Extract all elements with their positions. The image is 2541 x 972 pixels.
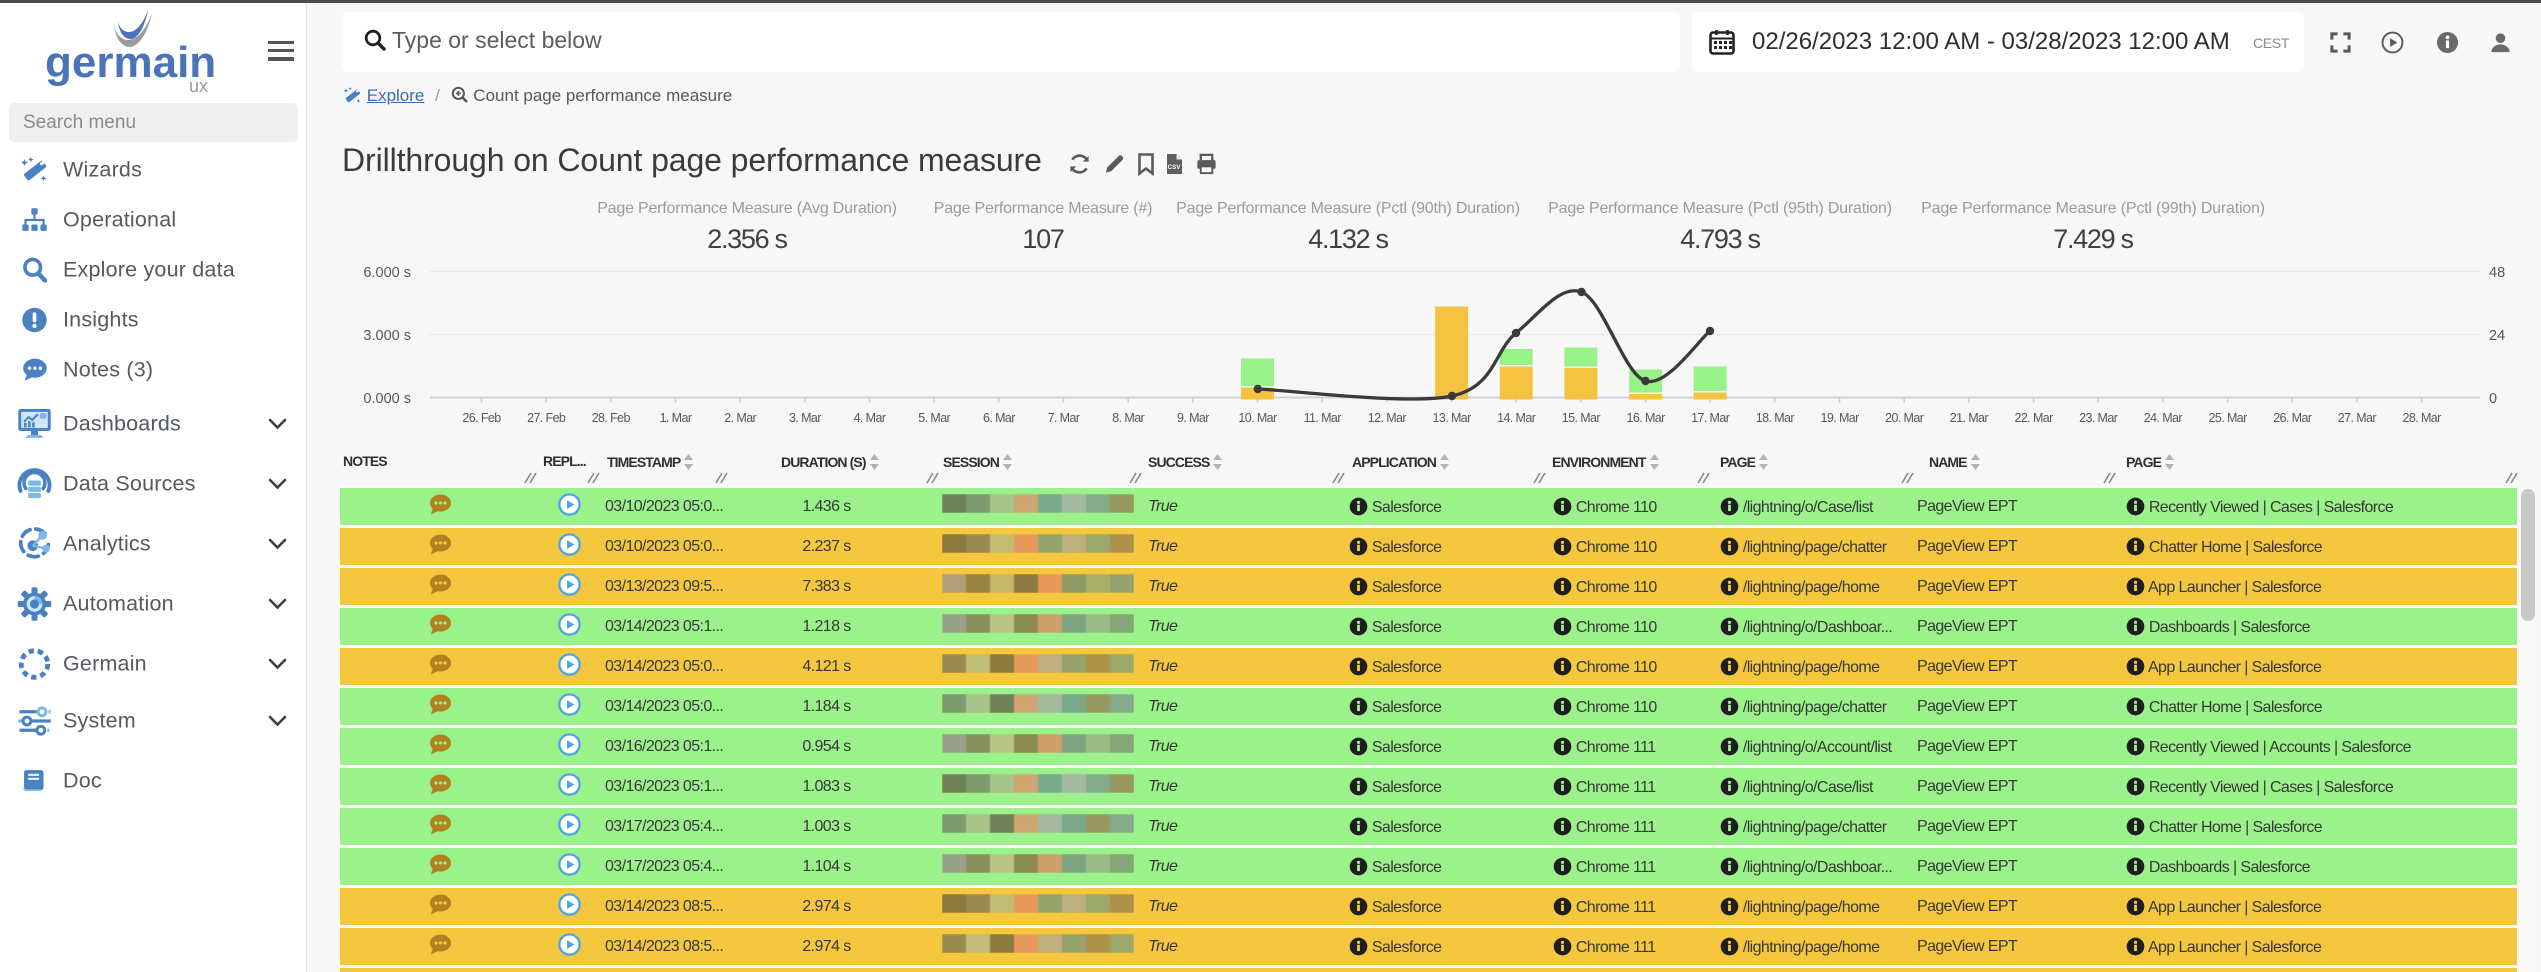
- svg-text:25. Mar: 25. Mar: [2209, 411, 2248, 425]
- svg-text:ux: ux: [189, 76, 208, 96]
- svg-text:27. Mar: 27. Mar: [2338, 411, 2377, 425]
- svg-text:48: 48: [2489, 265, 2505, 281]
- svg-text:0: 0: [2489, 391, 2497, 407]
- svg-text:18. Mar: 18. Mar: [1756, 411, 1795, 425]
- svg-text:1. Mar: 1. Mar: [660, 411, 692, 425]
- svg-text:16. Mar: 16. Mar: [1627, 411, 1666, 425]
- svg-text:28. Mar: 28. Mar: [2403, 411, 2442, 425]
- svg-text:7. Mar: 7. Mar: [1048, 411, 1080, 425]
- svg-text:14. Mar: 14. Mar: [1497, 411, 1536, 425]
- svg-text:5. Mar: 5. Mar: [918, 411, 950, 425]
- svg-text:19. Mar: 19. Mar: [1821, 411, 1860, 425]
- svg-text:6.000 s: 6.000 s: [363, 265, 411, 281]
- svg-text:15. Mar: 15. Mar: [1562, 411, 1601, 425]
- svg-text:12. Mar: 12. Mar: [1368, 411, 1407, 425]
- svg-text:28. Feb: 28. Feb: [592, 411, 631, 425]
- svg-text:11. Mar: 11. Mar: [1304, 411, 1342, 425]
- svg-text:6. Mar: 6. Mar: [983, 411, 1015, 425]
- svg-text:26. Feb: 26. Feb: [462, 411, 501, 425]
- svg-text:13. Mar: 13. Mar: [1433, 411, 1472, 425]
- svg-text:9. Mar: 9. Mar: [1177, 411, 1209, 425]
- svg-text:26. Mar: 26. Mar: [2273, 411, 2312, 425]
- svg-text:0.000 s: 0.000 s: [363, 391, 411, 407]
- svg-text:3. Mar: 3. Mar: [789, 411, 821, 425]
- svg-text:8. Mar: 8. Mar: [1112, 411, 1144, 425]
- svg-text:23. Mar: 23. Mar: [2079, 411, 2118, 425]
- svg-text:24: 24: [2489, 328, 2505, 344]
- svg-text:2. Mar: 2. Mar: [724, 411, 756, 425]
- svg-text:24. Mar: 24. Mar: [2144, 411, 2183, 425]
- svg-text:3.000 s: 3.000 s: [363, 328, 411, 344]
- svg-text:4. Mar: 4. Mar: [854, 411, 886, 425]
- svg-text:10. Mar: 10. Mar: [1238, 411, 1277, 425]
- svg-text:20. Mar: 20. Mar: [1885, 411, 1924, 425]
- svg-text:27. Feb: 27. Feb: [527, 411, 566, 425]
- svg-text:21. Mar: 21. Mar: [1950, 411, 1989, 425]
- svg-text:22. Mar: 22. Mar: [2015, 411, 2054, 425]
- svg-text:17. Mar: 17. Mar: [1691, 411, 1730, 425]
